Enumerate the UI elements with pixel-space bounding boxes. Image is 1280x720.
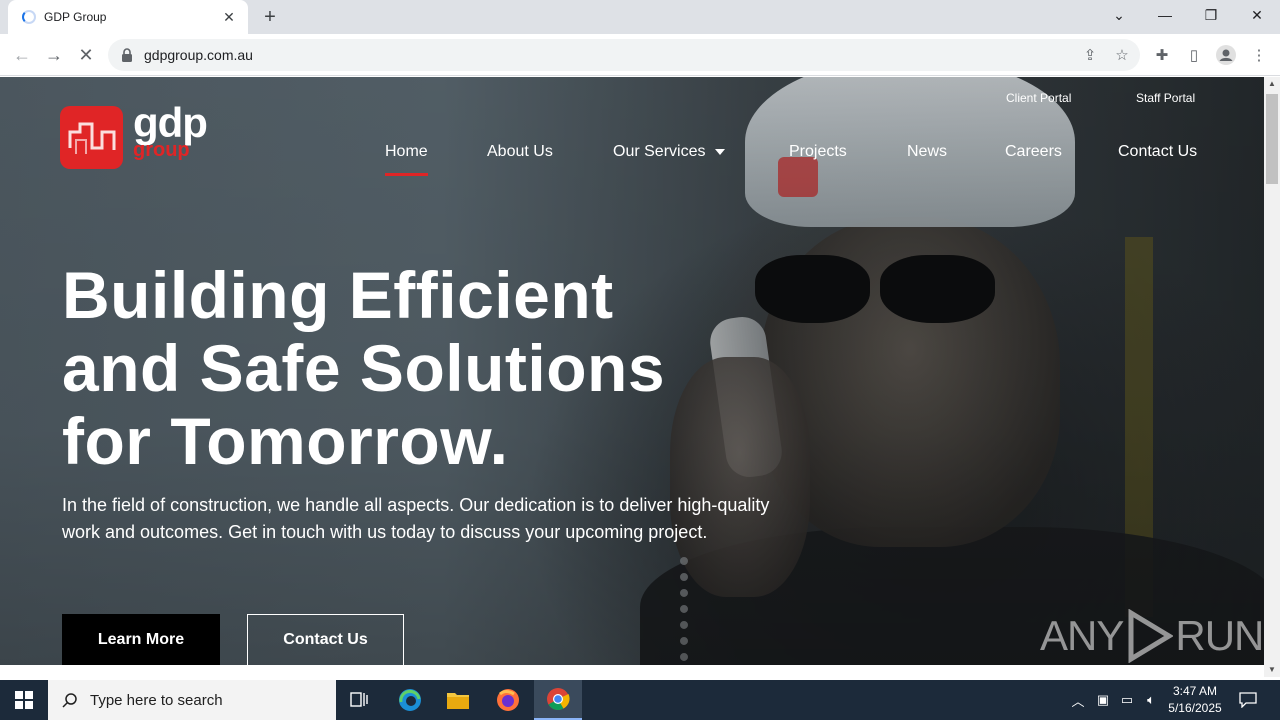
forward-button[interactable]: → (41, 42, 67, 68)
play-icon (1128, 609, 1174, 663)
page-viewport: gdp group Client Portal Staff Portal Hom… (0, 77, 1264, 665)
url-text: gdpgroup.com.au (144, 47, 253, 63)
browser-toolbar: ← → ✕ gdpgroup.com.au ⇪ ☆ ✚ ▯ ⋮ (0, 34, 1280, 76)
staff-portal-link[interactable]: Staff Portal (1136, 91, 1195, 105)
scroll-up-icon[interactable]: ▲ (1264, 77, 1280, 91)
side-panel-icon[interactable]: ▯ (1181, 42, 1207, 68)
nav-about-us[interactable]: About Us (487, 143, 553, 161)
vertical-scrollbar[interactable]: ▲ ▼ (1264, 77, 1280, 677)
caret-down-icon (715, 148, 726, 155)
new-tab-button[interactable]: + (258, 5, 282, 29)
hero-headline: Building Efficient and Safe Solutions fo… (62, 259, 782, 478)
tray-chevron-up-icon[interactable]: ︿ (1068, 680, 1088, 720)
volume-icon[interactable]: 🔈︎ (1140, 680, 1162, 720)
start-button[interactable] (0, 680, 48, 720)
back-button[interactable]: ← (9, 42, 35, 68)
nav-news[interactable]: News (907, 143, 947, 161)
network-icon[interactable]: ▭ (1116, 680, 1138, 720)
headline-line-1: Building Efficient (62, 258, 614, 332)
restore-button[interactable]: ❐ (1188, 0, 1234, 30)
firefox-icon[interactable] (484, 680, 532, 720)
windows-logo-icon (15, 691, 33, 709)
tab-search-icon[interactable]: ⌄ (1096, 0, 1142, 30)
nav-contact-us[interactable]: Contact Us (1118, 143, 1197, 161)
file-explorer-icon[interactable] (434, 680, 482, 720)
client-portal-link[interactable]: Client Portal (1006, 91, 1071, 105)
site-logo[interactable]: gdp group (60, 102, 208, 169)
page-bottom-strip (0, 665, 1264, 677)
logo-wordmark: gdp (133, 99, 208, 146)
nav-our-services-label: Our Services (613, 143, 706, 160)
edge-icon[interactable] (386, 680, 434, 720)
browser-tab[interactable]: GDP Group ✕ (8, 0, 248, 34)
battery-status-icon[interactable]: ▣ (1092, 680, 1114, 720)
tab-strip: GDP Group ✕ + ⌄ — ❐ ✕ (0, 0, 1280, 34)
extensions-icon[interactable]: ✚ (1149, 42, 1175, 68)
loading-spinner-icon (22, 10, 36, 24)
taskbar-clock[interactable]: 3:47 AM 5/16/2025 (1160, 683, 1230, 717)
close-window-button[interactable]: ✕ (1234, 0, 1280, 30)
search-icon (62, 693, 77, 708)
minimize-button[interactable]: — (1142, 0, 1188, 30)
clock-time: 3:47 AM (1172, 684, 1218, 698)
nav-projects[interactable]: Projects (789, 143, 847, 161)
watermark-right: RUN (1175, 612, 1264, 659)
lock-icon (122, 48, 132, 62)
learn-more-button[interactable]: Learn More (62, 614, 220, 665)
menu-kebab-icon[interactable]: ⋮ (1246, 42, 1272, 68)
nav-home[interactable]: Home (385, 143, 428, 176)
clock-date: 5/16/2025 (1168, 701, 1222, 715)
stop-loading-button[interactable]: ✕ (73, 42, 99, 68)
nav-careers[interactable]: Careers (1005, 143, 1062, 161)
watermark-left: ANY (1040, 612, 1124, 659)
windows-taskbar: Type here to search ︿ ▣ ▭ 🔈︎ 3:47 AM 5/1… (0, 680, 1280, 720)
task-view-icon[interactable] (336, 680, 384, 720)
bookmark-star-icon[interactable]: ☆ (1107, 39, 1137, 71)
tab-title: GDP Group (44, 10, 107, 24)
nav-our-services[interactable]: Our Services (613, 143, 726, 161)
hero-subtext: In the field of construction, we handle … (62, 495, 770, 542)
address-bar[interactable]: gdpgroup.com.au ⇪ ☆ (108, 39, 1140, 71)
taskbar-search-box[interactable]: Type here to search (48, 680, 336, 720)
profile-avatar-icon[interactable] (1213, 42, 1239, 68)
search-placeholder: Type here to search (90, 691, 223, 709)
anyrun-watermark: ANY RUN (1040, 609, 1264, 663)
headline-line-3: for Tomorrow. (62, 404, 509, 478)
chrome-icon[interactable] (534, 680, 582, 720)
scroll-down-icon[interactable]: ▼ (1264, 663, 1280, 677)
headline-line-2: and Safe Solutions (62, 331, 666, 405)
close-tab-icon[interactable]: ✕ (220, 9, 238, 26)
share-icon[interactable]: ⇪ (1075, 39, 1105, 71)
logo-mark-icon (60, 106, 123, 169)
main-nav: Home About Us Our Services Projects News… (385, 143, 1205, 176)
notifications-icon[interactable] (1234, 680, 1262, 720)
contact-us-button[interactable]: Contact Us (247, 614, 404, 665)
scrollbar-thumb[interactable] (1266, 94, 1278, 184)
